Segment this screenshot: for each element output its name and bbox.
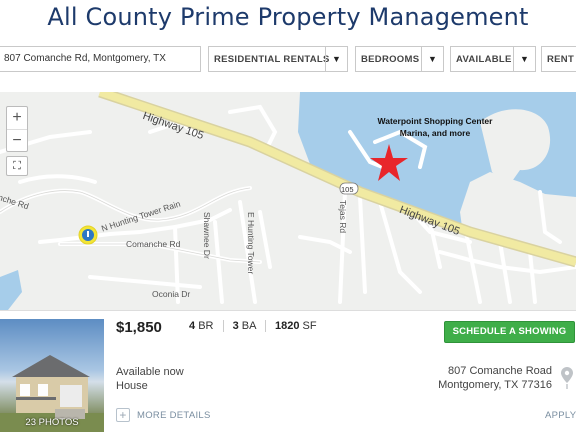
listing-card: 23 PHOTOS $1,850 4 BR 3 BA 1820 SF SCHED…	[0, 310, 576, 432]
photo-count-label: 23 PHOTOS	[25, 417, 79, 428]
filter-bar: 807 Comanche Rd, Montgomery, TX RESIDENT…	[0, 46, 576, 74]
zoom-control: + −	[6, 106, 28, 152]
property-type-label: RESIDENTIAL RENTALS	[214, 53, 330, 65]
page-header: All County Prime Property Management	[0, 0, 576, 36]
sqft-value: 1820	[274, 320, 300, 332]
listing-price: $1,850	[116, 319, 162, 336]
highway-shield-label: 105	[341, 185, 354, 194]
street-label-tejas: Tejas Rd	[338, 200, 348, 234]
beds-value: 4	[189, 320, 196, 332]
beds-unit: BR	[198, 320, 214, 332]
apply-link[interactable]: APPLY	[545, 410, 576, 421]
fullscreen-button[interactable]: ⛶	[6, 156, 28, 176]
listing-specs: 4 BR 3 BA 1820 SF	[189, 320, 317, 333]
schedule-showing-button[interactable]: SCHEDULE A SHOWING	[444, 321, 575, 343]
address-line2: Montgomery, TX 77316	[438, 379, 552, 391]
property-type-text: House	[116, 380, 148, 392]
baths-value: 3	[232, 320, 239, 332]
divider	[222, 320, 224, 333]
listing-address: 807 Comanche Road Montgomery, TX 77316	[438, 364, 552, 392]
address-search-input[interactable]: 807 Comanche Rd, Montgomery, TX	[0, 46, 201, 72]
availability-label: AVAILABLE	[456, 53, 512, 65]
rent-label: RENT	[547, 53, 575, 65]
callout-line2: Marina, and more	[399, 128, 471, 138]
street-label-oconia: Oconia Dr	[152, 289, 191, 299]
map-pin-icon[interactable]	[561, 367, 573, 389]
bedrooms-dropdown[interactable]: BEDROOMS ▼	[355, 46, 444, 72]
callout-line1: Waterpoint Shopping Center	[377, 116, 493, 126]
rent-dropdown[interactable]: RENT	[541, 46, 576, 72]
zoom-out-button[interactable]: −	[7, 129, 27, 151]
address-line1: 807 Comanche Road	[448, 365, 552, 377]
plus-icon: +	[116, 408, 130, 422]
property-type-dropdown[interactable]: RESIDENTIAL RENTALS ▼	[208, 46, 348, 72]
more-details-label: MORE DETAILS	[137, 409, 211, 421]
listing-photo[interactable]: 23 PHOTOS	[0, 319, 104, 432]
chevron-down-icon[interactable]: ▼	[421, 47, 443, 71]
divider	[264, 320, 266, 333]
sqft-unit: SF	[302, 320, 317, 332]
baths-unit: BA	[241, 320, 256, 332]
street-label-e-hunting: E Hunting Tower	[246, 212, 256, 275]
creek-water	[0, 270, 22, 310]
more-details-link[interactable]: + MORE DETAILS	[116, 408, 211, 422]
house-image	[0, 355, 104, 432]
listing-status: Available now House	[116, 365, 184, 393]
availability-text: Available now	[116, 366, 184, 378]
zoom-in-button[interactable]: +	[7, 107, 27, 129]
bedrooms-label: BEDROOMS	[361, 53, 420, 65]
chevron-down-icon[interactable]: ▼	[513, 47, 535, 71]
map-view[interactable]: 105 Highway 105 Highway 105 Comanche Rd …	[0, 92, 576, 310]
page-title: All County Prime Property Management	[47, 3, 529, 31]
chevron-down-icon[interactable]: ▼	[325, 47, 347, 71]
street-label-shawnee: Shawnee Dr	[202, 212, 212, 259]
street-label-comanche: Comanche Rd	[126, 239, 181, 249]
availability-dropdown[interactable]: AVAILABLE ▼	[450, 46, 536, 72]
map-callout: Waterpoint Shopping Center Marina, and m…	[360, 115, 510, 139]
